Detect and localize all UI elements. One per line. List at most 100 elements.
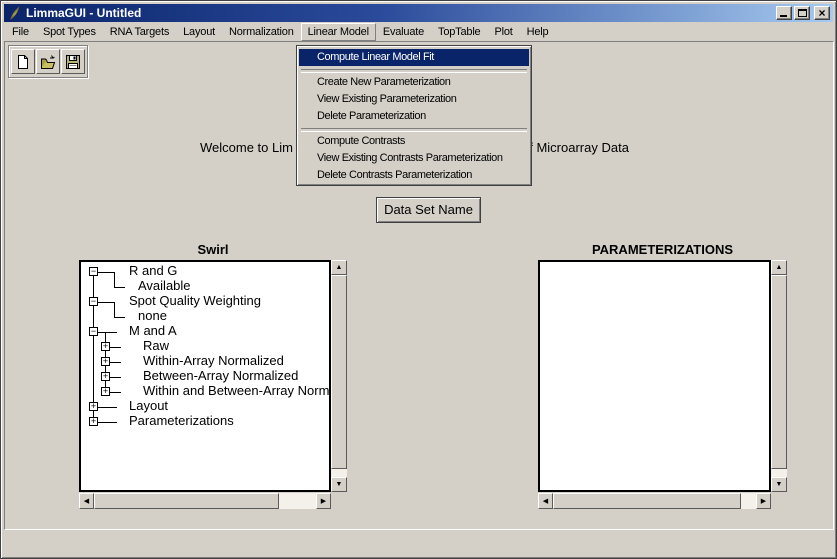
collapse-box-r-and-g[interactable]: − — [89, 267, 98, 276]
minimize-button[interactable] — [776, 6, 792, 20]
menu-item-compute-contrasts[interactable]: Compute Contrasts — [299, 133, 529, 150]
tree-node-within-array-normalized[interactable]: Within-Array Normalized — [143, 353, 284, 368]
tree-connector-line — [114, 272, 115, 287]
maximize-button[interactable] — [794, 6, 810, 20]
tree-node-spot-quality-weighting[interactable]: Spot Quality Weighting — [129, 293, 261, 308]
tree-connector-line — [114, 287, 125, 288]
menu-separator — [299, 66, 529, 74]
welcome-text-right: of Microarray Data — [522, 140, 629, 155]
menu-item-delete-parameterization[interactable]: Delete Parameterization — [299, 108, 529, 125]
tree-content: − R and GAvailable − Spot Quality Weighting… — [81, 262, 329, 490]
maximize-icon — [798, 9, 807, 17]
expand-box-parameterizations[interactable]: + — [89, 417, 98, 426]
close-button[interactable]: × — [814, 6, 830, 20]
new-document-icon — [15, 54, 31, 70]
scroll-down-icon[interactable]: ▼ — [331, 477, 347, 492]
open-folder-icon — [40, 54, 56, 70]
new-file-button[interactable] — [11, 49, 35, 74]
scroll-left-icon[interactable]: ◀ — [538, 493, 553, 509]
menu-item-delete-contrasts-parameterization[interactable]: Delete Contrasts Parameterization — [299, 167, 529, 184]
param-horizontal-scrollbar[interactable]: ◀ ▶ — [538, 493, 771, 509]
menu-evaluate[interactable]: Evaluate — [376, 23, 431, 41]
param-vscroll-track[interactable] — [771, 469, 787, 477]
app-feather-icon — [7, 6, 22, 21]
tree-node-raw[interactable]: Raw — [143, 338, 169, 353]
menu-spot-types[interactable]: Spot Types — [36, 23, 103, 41]
menu-item-view-existing-contrasts-parameterization[interactable]: View Existing Contrasts Parameterization — [299, 150, 529, 167]
tree-node-m-and-a[interactable]: M and A — [129, 323, 177, 338]
tree-connector-line — [110, 362, 121, 363]
linear-model-menu: Compute Linear Model Fit Create New Param… — [296, 45, 532, 186]
tree-node-between-array-normalized[interactable]: Between-Array Normalized — [143, 368, 298, 383]
tree-vscroll-thumb[interactable] — [331, 275, 347, 469]
param-vscroll-thumb[interactable] — [771, 275, 787, 469]
scroll-left-icon[interactable]: ◀ — [79, 493, 94, 509]
open-file-button[interactable] — [36, 49, 60, 74]
menubar: FileSpot TypesRNA TargetsLayoutNormaliza… — [5, 22, 832, 41]
tree-connector-line — [110, 377, 121, 378]
tree-node-layout[interactable]: Layout — [129, 398, 168, 413]
tree-hscroll-track[interactable] — [279, 493, 316, 509]
expand-box-within-array-normalized[interactable]: + — [101, 357, 110, 366]
menu-normalization[interactable]: Normalization — [222, 23, 301, 41]
parameterizations-list[interactable] — [538, 260, 771, 492]
scroll-up-icon[interactable]: ▲ — [771, 260, 787, 275]
tree-connector-line — [114, 302, 115, 317]
menu-help[interactable]: Help — [520, 23, 556, 41]
tree-connector-line — [110, 347, 121, 348]
tree-panel-title: Swirl — [79, 242, 347, 257]
param-hscroll-thumb[interactable] — [553, 493, 741, 509]
param-hscroll-track[interactable] — [741, 493, 756, 509]
collapse-box-spot-quality-weighting[interactable]: − — [89, 297, 98, 306]
scroll-down-icon[interactable]: ▼ — [771, 477, 787, 492]
collapse-box-m-and-a[interactable]: − — [89, 327, 98, 336]
window-title: LimmaGUI - Untitled — [26, 6, 776, 20]
expand-box-within-and-between-array-norm[interactable]: + — [101, 387, 110, 396]
tree-vertical-scrollbar[interactable]: ▲ ▼ — [331, 260, 347, 492]
tree-connector-line — [98, 407, 117, 408]
tree-vscroll-track[interactable] — [331, 469, 347, 477]
scroll-right-icon[interactable]: ▶ — [756, 493, 771, 509]
expand-box-layout[interactable]: + — [89, 402, 98, 411]
tree-connector-line — [114, 317, 125, 318]
welcome-text-left: Welcome to Lim — [200, 140, 293, 155]
tree-node-none[interactable]: none — [138, 308, 167, 323]
tree-connector-line — [98, 332, 117, 333]
save-floppy-icon — [65, 54, 81, 70]
menu-rna-targets[interactable]: RNA Targets — [103, 23, 176, 41]
tree-node-within-and-between-array-norm[interactable]: Within and Between-Array Norm — [143, 383, 329, 398]
tree-hscroll-thumb[interactable] — [94, 493, 279, 509]
tree-node-available[interactable]: Available — [138, 278, 191, 293]
tree-connector-line — [98, 422, 117, 423]
menu-separator — [299, 125, 529, 133]
tree-connector-line — [98, 272, 114, 273]
toolbar — [8, 45, 88, 78]
menu-file[interactable]: File — [5, 23, 36, 41]
menu-toptable[interactable]: TopTable — [431, 23, 487, 41]
expand-box-raw[interactable]: + — [101, 342, 110, 351]
scroll-right-icon[interactable]: ▶ — [316, 493, 331, 509]
tree-connector-line — [98, 302, 114, 303]
tree-connector-line — [110, 392, 121, 393]
menu-linear-model[interactable]: Linear Model — [301, 23, 376, 41]
minimize-icon — [780, 15, 787, 17]
menu-item-compute-linear-model-fit[interactable]: Compute Linear Model Fit — [299, 49, 529, 66]
tree-node-parameterizations[interactable]: Parameterizations — [129, 413, 234, 428]
tree-node-r-and-g[interactable]: R and G — [129, 263, 177, 278]
param-panel-title: PARAMETERIZATIONS — [538, 242, 787, 257]
save-file-button[interactable] — [61, 49, 85, 74]
menu-layout[interactable]: Layout — [176, 23, 222, 41]
data-set-name-button[interactable]: Data Set Name — [376, 197, 481, 223]
scroll-up-icon[interactable]: ▲ — [331, 260, 347, 275]
tree-connector-line — [93, 272, 94, 422]
titlebar[interactable]: LimmaGUI - Untitled × — [4, 4, 833, 22]
expand-box-between-array-normalized[interactable]: + — [101, 372, 110, 381]
app-window: LimmaGUI - Untitled × FileSpot TypesRNA … — [0, 0, 837, 559]
close-icon: × — [815, 5, 829, 21]
tree-horizontal-scrollbar[interactable]: ◀ ▶ — [79, 493, 331, 509]
param-vertical-scrollbar[interactable]: ▲ ▼ — [771, 260, 787, 492]
menu-plot[interactable]: Plot — [487, 23, 519, 41]
dataset-tree[interactable]: − R and GAvailable − Spot Quality Weighting… — [79, 260, 331, 492]
menu-item-create-new-parameterization[interactable]: Create New Parameterization — [299, 74, 529, 91]
menu-item-view-existing-parameterization[interactable]: View Existing Parameterization — [299, 91, 529, 108]
